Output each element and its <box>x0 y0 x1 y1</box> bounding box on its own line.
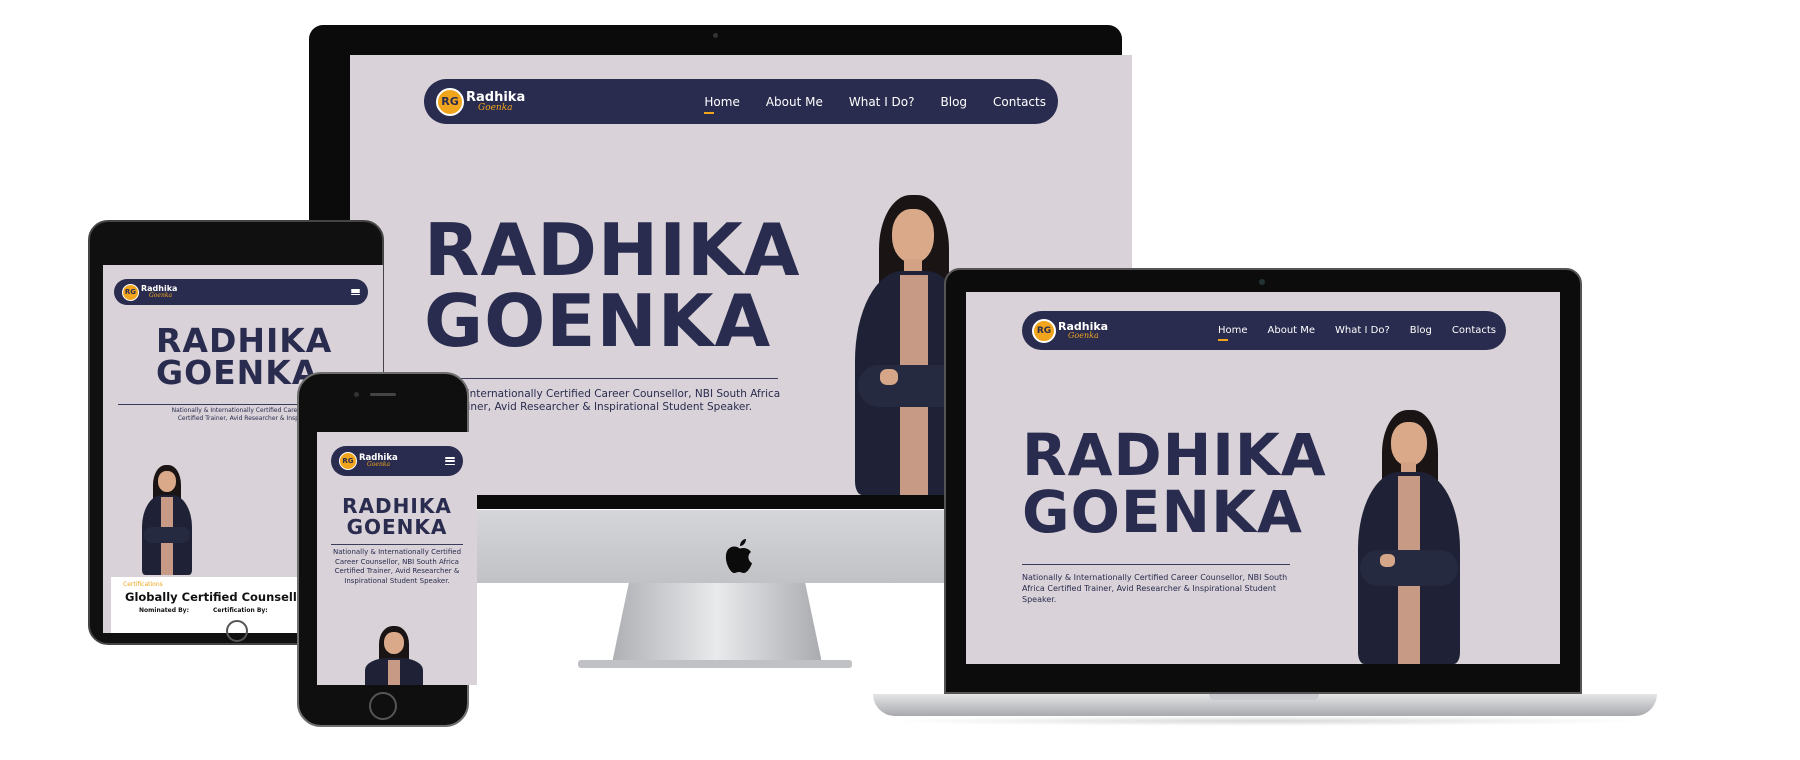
laptop-shadow <box>880 716 1650 726</box>
nav-about-me[interactable]: About Me <box>766 95 823 109</box>
nav-contacts[interactable]: Contacts <box>993 95 1046 109</box>
hamburger-menu-icon[interactable] <box>445 457 455 465</box>
logo-script: Goenka <box>149 292 173 299</box>
phone-screen: RG Radhika Goenka RADHIKA GOENKA Nationa… <box>317 432 477 685</box>
tablet-home-button[interactable] <box>226 620 248 642</box>
imac-stand <box>612 583 822 663</box>
nav-what-i-do[interactable]: What I Do? <box>849 95 915 109</box>
laptop-hero-name: RADHIKA GOENKA <box>1022 421 1327 546</box>
phone-portrait <box>363 626 425 685</box>
laptop-hero-tagline: Nationally & Internationally Certified C… <box>1022 573 1288 604</box>
hero-last-name: GOENKA <box>1022 477 1303 546</box>
imac-hero-tagline: & Internationally Certified Career Couns… <box>455 388 780 414</box>
certifications-heading: Globally Certified Counsellor. <box>125 590 314 604</box>
phone-home-button[interactable] <box>369 692 397 720</box>
nav-about-me[interactable]: About Me <box>1268 325 1316 336</box>
phone-hero-divider <box>331 544 463 545</box>
laptop-portrait <box>1354 410 1464 664</box>
imac-hero-divider <box>424 378 778 379</box>
tagline-line: & Internationally Certified Career Couns… <box>455 388 781 400</box>
imac-camera <box>713 33 718 38</box>
imac-navbar: RG Radhika Goenka Home About Me What I D… <box>424 79 1058 124</box>
logo-name: Radhika <box>466 89 526 105</box>
laptop-menu: Home About Me What I Do? Blog Contacts <box>1217 325 1496 341</box>
laptop-hero-divider <box>1022 564 1290 565</box>
logo-badge-icon: RG <box>122 283 139 301</box>
logo-script: Goenka <box>367 461 391 469</box>
logo-badge-icon: RG <box>339 452 357 470</box>
nav-blog[interactable]: Blog <box>941 95 968 109</box>
laptop-notch <box>1209 694 1319 700</box>
hero-first-name: RADHIKA <box>424 208 801 292</box>
logo-script: Goenka <box>478 102 513 113</box>
phone-navbar: RG Radhika Goenka <box>331 446 463 476</box>
nav-home[interactable]: Home <box>1217 325 1248 341</box>
phone-speaker <box>370 393 396 396</box>
imac-logo[interactable]: RG Radhika Goenka <box>436 87 526 116</box>
phone-logo[interactable]: RG Radhika Goenka <box>339 452 398 470</box>
tablet-logo[interactable]: RG Radhika Goenka <box>122 283 177 301</box>
hero-first-name: RADHIKA <box>342 494 452 518</box>
logo-script: Goenka <box>1068 331 1099 340</box>
logo-badge-icon: RG <box>436 87 464 116</box>
logo-badge-icon: RG <box>1032 318 1056 343</box>
tablet-hero-name: RADHIKA GOENKA <box>156 324 331 393</box>
tagline-line: ainer, Avid Researcher & Inspirational S… <box>461 401 753 413</box>
phone-hero-name: RADHIKA GOENKA <box>327 496 467 538</box>
nav-what-i-do[interactable]: What I Do? <box>1335 325 1390 336</box>
nav-home[interactable]: Home <box>704 95 740 114</box>
hero-last-name: GOENKA <box>156 353 319 393</box>
certifications-kicker: Certifications <box>123 581 163 588</box>
imac-chin <box>467 510 963 583</box>
hamburger-menu-icon[interactable] <box>351 289 360 295</box>
certifications-col-nominated: Nominated By: <box>139 607 189 614</box>
imac-menu: Home About Me What I Do? Blog Contacts <box>704 95 1046 114</box>
nav-contacts[interactable]: Contacts <box>1452 325 1496 336</box>
hero-first-name: RADHIKA <box>1022 421 1327 489</box>
laptop-logo[interactable]: RG Radhika Goenka <box>1032 318 1108 343</box>
laptop-camera <box>1259 279 1265 285</box>
imac-hero-name: RADHIKA GOENKA <box>424 208 801 363</box>
tablet-portrait <box>139 465 195 575</box>
hero-last-name: GOENKA <box>424 278 772 363</box>
imac-foot <box>578 660 852 668</box>
certifications-col-certification: Certification By: <box>213 607 268 614</box>
tablet-navbar: RG Radhika Goenka <box>114 279 368 305</box>
laptop-navbar: RG Radhika Goenka Home About Me What I D… <box>1022 311 1506 350</box>
phone-camera <box>354 392 359 397</box>
apple-logo-icon <box>725 539 752 573</box>
laptop-screen: RG Radhika Goenka Home About Me What I D… <box>966 292 1560 664</box>
phone-hero-tagline: Nationally & Internationally Certified C… <box>332 548 462 585</box>
hero-last-name: GOENKA <box>346 515 448 539</box>
nav-blog[interactable]: Blog <box>1410 325 1432 336</box>
